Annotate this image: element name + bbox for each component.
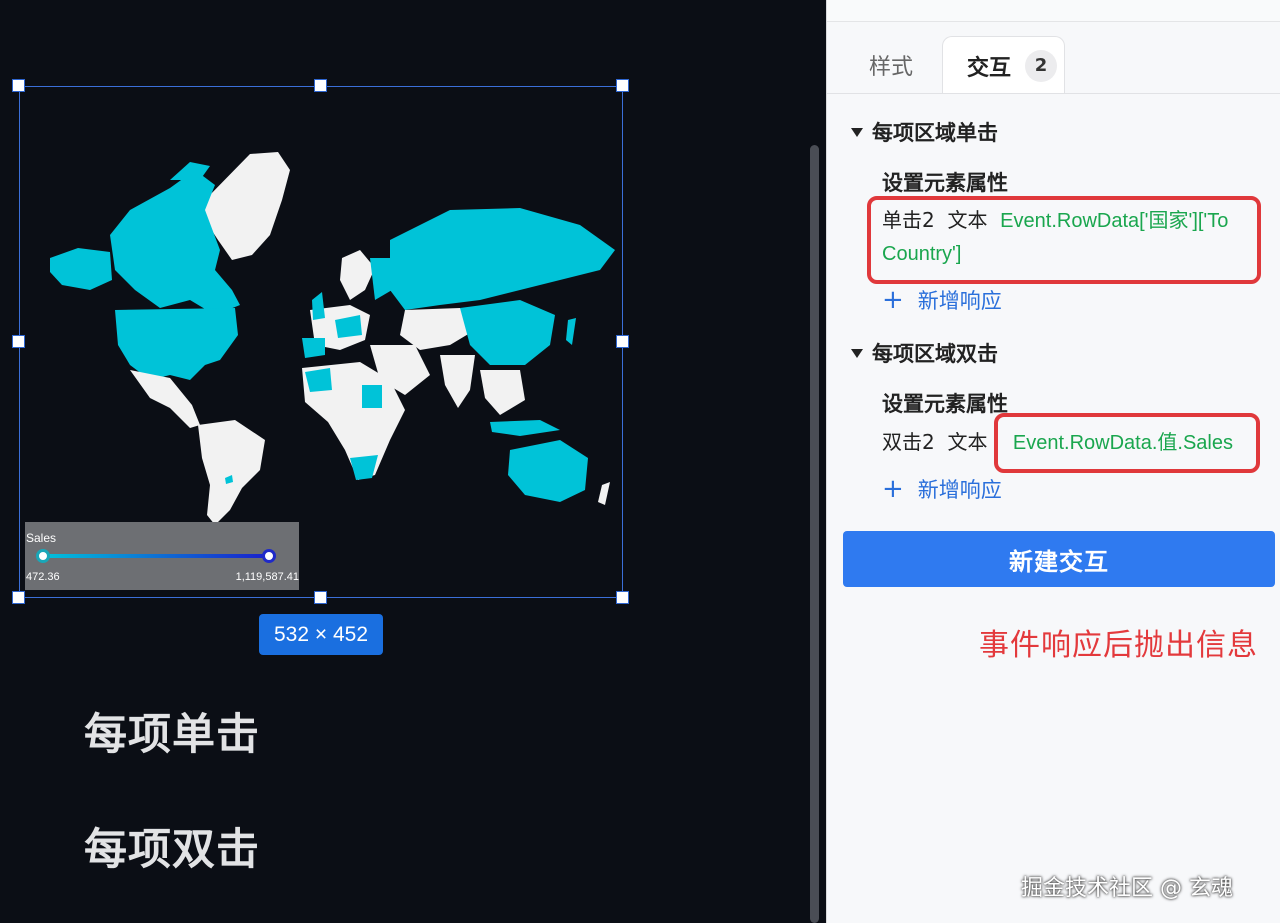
map-region-uk[interactable] bbox=[312, 292, 325, 320]
double-click-code: Event.RowData.值.Sales bbox=[1012, 432, 1233, 454]
single-click-action[interactable]: 单击2 文本 Event.RowData['国家']['To Country'] bbox=[882, 204, 1262, 270]
section-double-click-title: 每项区域双击 bbox=[872, 342, 998, 366]
double-click-action[interactable]: 双击2 文本 Event.RowData.值.Sales bbox=[882, 426, 1233, 459]
map-region-new-zealand[interactable] bbox=[598, 482, 610, 505]
caret-down-icon bbox=[851, 127, 863, 137]
canvas-scrollbar[interactable] bbox=[810, 145, 819, 923]
single-click-code-line2: Country'] bbox=[882, 243, 962, 265]
single-click-action-type: 文本 bbox=[947, 208, 988, 232]
legend-title: Sales bbox=[26, 531, 57, 545]
resize-handle-top-right[interactable] bbox=[616, 79, 629, 92]
size-badge: 532 × 452 bbox=[259, 614, 383, 655]
properties-panel: 样式 交互 2 每项区域单击 设置元素属性 单击2 文本 Event.RowDa… bbox=[826, 0, 1280, 923]
add-response-label: 新增响应 bbox=[917, 289, 1002, 313]
legend-min-value: 472.36 bbox=[26, 571, 60, 583]
double-click-action-type: 文本 bbox=[947, 430, 988, 454]
map-region-usa[interactable] bbox=[115, 308, 238, 380]
plus-icon: + bbox=[882, 474, 904, 504]
double-click-action-name: 双击2 bbox=[882, 430, 935, 454]
resize-handle-bottom-right[interactable] bbox=[616, 591, 629, 604]
design-canvas[interactable]: Sales 472.36 1,119,587.41 532 × 452 每项单击… bbox=[0, 0, 826, 923]
resize-handle-bottom[interactable] bbox=[314, 591, 327, 604]
map-region-south-africa[interactable] bbox=[350, 455, 378, 480]
double-click-subtitle: 设置元素属性 bbox=[882, 392, 1008, 416]
map-region-greenland[interactable] bbox=[205, 152, 290, 260]
plus-icon: + bbox=[882, 285, 904, 315]
section-double-click-header[interactable]: 每项区域双击 bbox=[851, 338, 998, 368]
map-region-sudan[interactable] bbox=[362, 385, 382, 408]
single-click-subtitle: 设置元素属性 bbox=[882, 171, 1008, 195]
legend-min-handle[interactable] bbox=[36, 549, 50, 563]
map-region-alaska[interactable] bbox=[50, 248, 112, 290]
tab-interaction[interactable]: 交互 2 bbox=[942, 36, 1065, 94]
map-region-australia[interactable] bbox=[508, 440, 588, 502]
tab-interaction-label: 交互 bbox=[967, 55, 1012, 81]
map-region-japan[interactable] bbox=[566, 318, 576, 345]
single-click-action-name: 单击2 bbox=[882, 208, 935, 232]
panel-top-bar bbox=[827, 0, 1280, 22]
map-region-southeast-asia[interactable] bbox=[480, 370, 525, 415]
add-response-label: 新增响应 bbox=[917, 478, 1002, 502]
annotation-note: 事件响应后抛出信息 bbox=[979, 628, 1258, 663]
map-legend: Sales 472.36 1,119,587.41 bbox=[25, 522, 299, 590]
resize-handle-bottom-left[interactable] bbox=[12, 591, 25, 604]
watermark: 掘金技术社区 @ 玄魂 bbox=[1021, 876, 1233, 901]
map-region-india[interactable] bbox=[440, 355, 475, 408]
tabs-divider bbox=[827, 93, 1280, 94]
caret-down-icon bbox=[851, 348, 863, 358]
world-map[interactable] bbox=[20, 140, 620, 540]
map-region-indonesia[interactable] bbox=[490, 420, 560, 436]
resize-handle-top-left[interactable] bbox=[12, 79, 25, 92]
new-interaction-button[interactable]: 新建交互 bbox=[843, 531, 1275, 587]
legend-gradient-track[interactable] bbox=[42, 554, 271, 558]
map-region-south-america[interactable] bbox=[198, 420, 265, 525]
tab-style[interactable]: 样式 bbox=[869, 36, 913, 94]
section-single-click-title: 每项区域单击 bbox=[872, 121, 998, 145]
resize-handle-top[interactable] bbox=[314, 79, 327, 92]
map-region-spain[interactable] bbox=[302, 338, 325, 358]
text-element-double-click[interactable]: 每项双击 bbox=[84, 815, 260, 877]
add-response-button-single[interactable]: + 新增响应 bbox=[882, 285, 1002, 315]
legend-max-value: 1,119,587.41 bbox=[235, 571, 299, 583]
section-single-click-header[interactable]: 每项区域单击 bbox=[851, 117, 998, 147]
tab-interaction-count-badge: 2 bbox=[1025, 49, 1058, 82]
single-click-code-line1: Event.RowData['国家']['To bbox=[1000, 210, 1229, 232]
add-response-button-double[interactable]: + 新增响应 bbox=[882, 474, 1002, 504]
legend-max-handle[interactable] bbox=[262, 549, 276, 563]
text-element-single-click[interactable]: 每项单击 bbox=[84, 700, 260, 762]
map-region-russia[interactable] bbox=[390, 208, 615, 310]
map-region-scandinavia[interactable] bbox=[340, 250, 375, 300]
